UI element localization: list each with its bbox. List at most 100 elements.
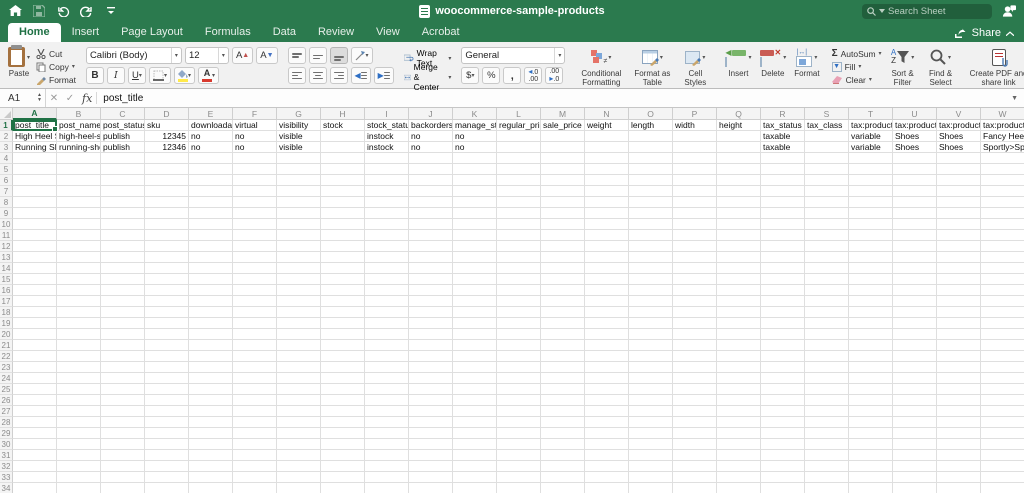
- cell-G5[interactable]: [277, 164, 321, 175]
- cell-B19[interactable]: [57, 318, 101, 329]
- cell-C21[interactable]: [101, 340, 145, 351]
- cell-C26[interactable]: [101, 395, 145, 406]
- cell-D33[interactable]: [145, 472, 189, 483]
- cell-Q23[interactable]: [717, 362, 761, 373]
- cell-K6[interactable]: [453, 175, 497, 186]
- cell-U34[interactable]: [893, 483, 937, 493]
- cell-H13[interactable]: [321, 252, 365, 263]
- cell-D12[interactable]: [145, 241, 189, 252]
- cell-D2[interactable]: 12345: [145, 131, 189, 142]
- cell-W12[interactable]: [981, 241, 1024, 252]
- cell-F23[interactable]: [233, 362, 277, 373]
- cell-L7[interactable]: [497, 186, 541, 197]
- cell-O18[interactable]: [629, 307, 673, 318]
- cell-V12[interactable]: [937, 241, 981, 252]
- cell-J16[interactable]: [409, 285, 453, 296]
- cell-U3[interactable]: Shoes: [893, 142, 937, 153]
- cell-H4[interactable]: [321, 153, 365, 164]
- cell-L16[interactable]: [497, 285, 541, 296]
- cell-T31[interactable]: [849, 450, 893, 461]
- cell-O24[interactable]: [629, 373, 673, 384]
- cell-W24[interactable]: [981, 373, 1024, 384]
- bold-button[interactable]: B: [86, 67, 104, 84]
- cell-G24[interactable]: [277, 373, 321, 384]
- row-header-27[interactable]: 27: [0, 406, 13, 417]
- cell-E18[interactable]: [189, 307, 233, 318]
- cell-S3[interactable]: [805, 142, 849, 153]
- cell-N24[interactable]: [585, 373, 629, 384]
- cell-E17[interactable]: [189, 296, 233, 307]
- cell-O20[interactable]: [629, 329, 673, 340]
- cell-S15[interactable]: [805, 274, 849, 285]
- row-header-3[interactable]: 3: [0, 142, 13, 153]
- cell-A15[interactable]: [13, 274, 57, 285]
- cell-O13[interactable]: [629, 252, 673, 263]
- cell-I16[interactable]: [365, 285, 409, 296]
- cell-P13[interactable]: [673, 252, 717, 263]
- orientation-button[interactable]: ▾: [351, 47, 373, 64]
- cell-Q6[interactable]: [717, 175, 761, 186]
- cell-F4[interactable]: [233, 153, 277, 164]
- select-all-corner[interactable]: [0, 108, 13, 120]
- cell-T29[interactable]: [849, 428, 893, 439]
- cell-C31[interactable]: [101, 450, 145, 461]
- formula-content[interactable]: post_title: [103, 93, 143, 104]
- cell-B34[interactable]: [57, 483, 101, 493]
- cell-G20[interactable]: [277, 329, 321, 340]
- cell-F10[interactable]: [233, 219, 277, 230]
- cell-O5[interactable]: [629, 164, 673, 175]
- row-header-24[interactable]: 24: [0, 373, 13, 384]
- row-header-16[interactable]: 16: [0, 285, 13, 296]
- cell-V29[interactable]: [937, 428, 981, 439]
- cell-D32[interactable]: [145, 461, 189, 472]
- cell-E22[interactable]: [189, 351, 233, 362]
- cell-E26[interactable]: [189, 395, 233, 406]
- cell-A10[interactable]: [13, 219, 57, 230]
- percent-button[interactable]: %: [482, 67, 500, 84]
- cell-A13[interactable]: [13, 252, 57, 263]
- cell-D29[interactable]: [145, 428, 189, 439]
- cell-P12[interactable]: [673, 241, 717, 252]
- cell-H30[interactable]: [321, 439, 365, 450]
- cell-A24[interactable]: [13, 373, 57, 384]
- cell-A3[interactable]: Running Sho: [13, 142, 57, 153]
- cell-T17[interactable]: [849, 296, 893, 307]
- cell-L30[interactable]: [497, 439, 541, 450]
- cell-P3[interactable]: [673, 142, 717, 153]
- cell-P27[interactable]: [673, 406, 717, 417]
- cell-E30[interactable]: [189, 439, 233, 450]
- cell-M8[interactable]: [541, 197, 585, 208]
- cell-A17[interactable]: [13, 296, 57, 307]
- cell-O15[interactable]: [629, 274, 673, 285]
- cell-T2[interactable]: variable: [849, 131, 893, 142]
- cell-A26[interactable]: [13, 395, 57, 406]
- cell-W17[interactable]: [981, 296, 1024, 307]
- cell-I34[interactable]: [365, 483, 409, 493]
- collapse-ribbon-icon[interactable]: [1006, 31, 1014, 36]
- cell-L29[interactable]: [497, 428, 541, 439]
- cell-H18[interactable]: [321, 307, 365, 318]
- cell-D28[interactable]: [145, 417, 189, 428]
- cell-C18[interactable]: [101, 307, 145, 318]
- cell-U24[interactable]: [893, 373, 937, 384]
- cell-L28[interactable]: [497, 417, 541, 428]
- cell-G18[interactable]: [277, 307, 321, 318]
- cell-E2[interactable]: no: [189, 131, 233, 142]
- row-header-25[interactable]: 25: [0, 384, 13, 395]
- cell-J25[interactable]: [409, 384, 453, 395]
- cell-T8[interactable]: [849, 197, 893, 208]
- cell-F11[interactable]: [233, 230, 277, 241]
- create-pdf-button[interactable]: Create PDF and share link: [968, 45, 1024, 88]
- align-right-button[interactable]: [330, 67, 348, 84]
- cell-W1[interactable]: tax:product_: [981, 120, 1024, 131]
- comma-style-button[interactable]: ,: [503, 67, 521, 84]
- cell-K28[interactable]: [453, 417, 497, 428]
- cell-M3[interactable]: [541, 142, 585, 153]
- cell-M18[interactable]: [541, 307, 585, 318]
- cell-B31[interactable]: [57, 450, 101, 461]
- cell-G27[interactable]: [277, 406, 321, 417]
- cell-I26[interactable]: [365, 395, 409, 406]
- align-top-button[interactable]: [288, 47, 306, 64]
- column-header-F[interactable]: F: [233, 108, 277, 120]
- tab-view[interactable]: View: [365, 23, 411, 42]
